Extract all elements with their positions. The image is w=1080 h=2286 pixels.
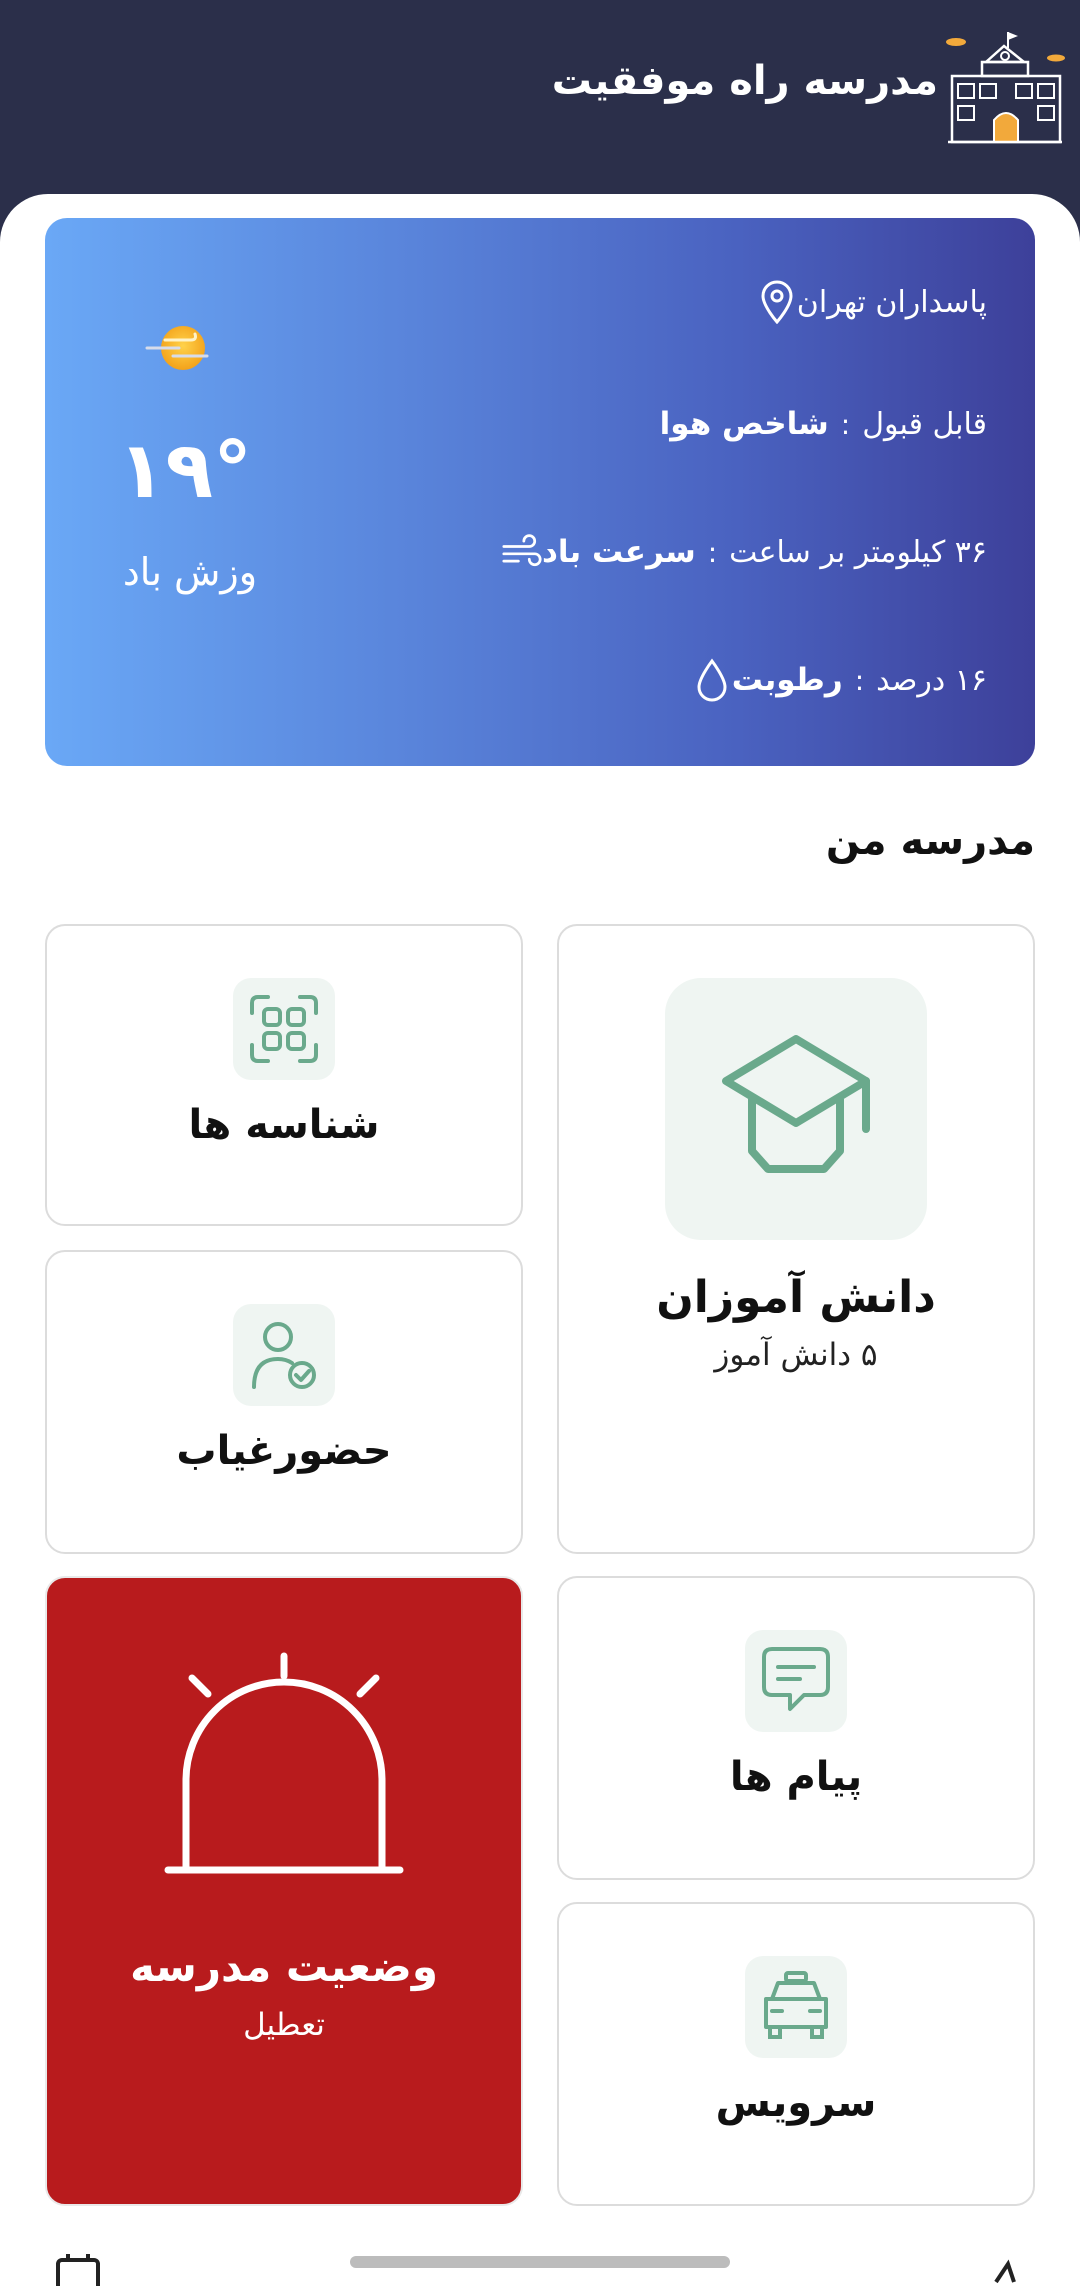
students-label: دانش آموزان <box>656 1272 936 1323</box>
school-status-label: وضعیت مدرسه <box>130 1942 438 1991</box>
humidity-label: رطوبت <box>731 662 843 698</box>
section-title: مدرسه من <box>825 818 1035 864</box>
calendar-icon[interactable] <box>54 2252 102 2286</box>
ids-icon-box <box>233 978 335 1080</box>
home-indicator[interactable] <box>350 2256 730 2268</box>
school-building-icon <box>946 32 1065 144</box>
service-icon-box <box>745 1956 847 2058</box>
car-icon <box>764 1971 828 2039</box>
service-label: سرویس <box>715 2080 877 2126</box>
humidity-value: ۱۶ درصد <box>876 662 987 698</box>
school-title: مدرسه راه موفقیت <box>551 58 938 104</box>
location-pin-icon <box>757 280 797 324</box>
droplet-icon <box>692 658 732 702</box>
weather-condition: وزش باد <box>122 550 258 594</box>
humidity-separator: : <box>854 663 865 697</box>
nav-item-icon[interactable] <box>990 2252 1038 2286</box>
attendance-icon-box <box>233 1304 335 1406</box>
graduation-cap-icon <box>722 1035 870 1173</box>
service-tile[interactable]: سرویس <box>557 1902 1035 2206</box>
aqi-separator: : <box>840 407 851 441</box>
messages-label: پیام ها <box>729 1754 863 1800</box>
app-header: مدرسه راه موفقیت <box>0 0 1080 200</box>
id-grid-icon <box>250 995 318 1063</box>
weather-wind-row: سرعت باد : ۳۶ کیلومتر بر ساعت <box>484 530 987 574</box>
ids-tile[interactable]: شناسه ها <box>45 924 523 1226</box>
school-status-value: تعطیل <box>243 2007 325 2043</box>
students-count: ۵ دانش آموز <box>714 1337 878 1373</box>
students-tile[interactable]: دانش آموزان ۵ دانش آموز <box>557 924 1035 1554</box>
weather-card[interactable]: پاسداران تهران شاخص هوا : قابل قبول سرعت… <box>45 218 1035 766</box>
weather-humidity-row: رطوبت : ۱۶ درصد <box>674 658 987 702</box>
weather-location: پاسداران تهران <box>796 284 987 320</box>
wind-label: سرعت باد <box>541 534 696 570</box>
user-check-icon <box>252 1322 316 1389</box>
attendance-tile[interactable]: حضورغیاب <box>45 1250 523 1554</box>
alarm-light-icon <box>164 1652 404 1874</box>
school-status-tile[interactable]: وضعیت مدرسه تعطیل <box>45 1576 523 2206</box>
students-icon-box <box>665 978 927 1240</box>
messages-tile[interactable]: پیام ها <box>557 1576 1035 1880</box>
aqi-value: قابل قبول <box>862 406 987 442</box>
ids-label: شناسه ها <box>188 1102 380 1148</box>
temperature: ۱۹° <box>117 426 253 516</box>
messages-icon-box <box>745 1630 847 1732</box>
sun-wind-icon <box>145 326 209 370</box>
message-icon <box>762 1647 830 1711</box>
wind-separator: : <box>707 535 718 569</box>
weather-aqi-row: شاخص هوا : قابل قبول <box>660 406 987 442</box>
attendance-label: حضورغیاب <box>176 1428 392 1474</box>
weather-location-row: پاسداران تهران <box>739 280 987 324</box>
aqi-label: شاخص هوا <box>659 406 829 442</box>
wind-value: ۳۶ کیلومتر بر ساعت <box>729 534 987 570</box>
wind-icon <box>502 530 542 574</box>
